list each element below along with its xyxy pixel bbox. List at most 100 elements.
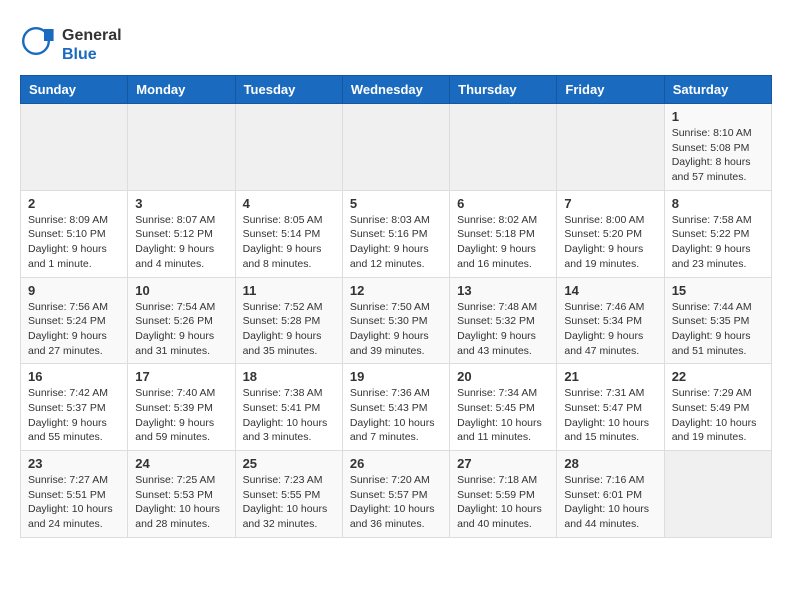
calendar-cell: 10 Sunrise: 7:54 AM Sunset: 5:26 PM Dayli… [128,277,235,364]
day-info: Sunrise: 7:52 AM Sunset: 5:28 PM Dayligh… [243,300,335,359]
day-number: 18 [243,369,335,384]
day-info: Sunrise: 7:31 AM Sunset: 5:47 PM Dayligh… [564,386,656,445]
weekday-header-thursday: Thursday [450,76,557,104]
calendar-cell: 3Sunrise: 8:07 AM Sunset: 5:12 PM Daylig… [128,190,235,277]
calendar-table: SundayMondayTuesdayWednesdayThursdayFrid… [20,75,772,538]
day-number: 24 [135,456,227,471]
day-info: Sunrise: 8:09 AM Sunset: 5:10 PM Dayligh… [28,213,120,272]
calendar-cell: 26 Sunrise: 7:20 AM Sunset: 5:57 PM Dayli… [342,451,449,538]
day-info: Sunrise: 7:23 AM Sunset: 5:55 PM Dayligh… [243,473,335,532]
day-info: Sunrise: 7:38 AM Sunset: 5:41 PM Dayligh… [243,386,335,445]
day-info: Sunrise: 8:07 AM Sunset: 5:12 PM Dayligh… [135,213,227,272]
calendar-cell: 6Sunrise: 8:02 AM Sunset: 5:18 PM Daylig… [450,190,557,277]
day-info: Sunrise: 8:00 AM Sunset: 5:20 PM Dayligh… [564,213,656,272]
day-info: Sunrise: 7:42 AM Sunset: 5:37 PM Dayligh… [28,386,120,445]
day-number: 15 [672,283,764,298]
day-number: 1 [672,109,764,124]
day-info: Sunrise: 7:40 AM Sunset: 5:39 PM Dayligh… [135,386,227,445]
day-info: Sunrise: 8:05 AM Sunset: 5:14 PM Dayligh… [243,213,335,272]
day-number: 10 [135,283,227,298]
day-number: 12 [350,283,442,298]
day-info: Sunrise: 7:56 AM Sunset: 5:24 PM Dayligh… [28,300,120,359]
calendar-cell: 22Sunrise: 7:29 AM Sunset: 5:49 PM Dayli… [664,364,771,451]
day-number: 21 [564,369,656,384]
day-info: Sunrise: 7:20 AM Sunset: 5:57 PM Dayligh… [350,473,442,532]
calendar-cell [128,104,235,191]
day-info: Sunrise: 7:36 AM Sunset: 5:43 PM Dayligh… [350,386,442,445]
day-number: 25 [243,456,335,471]
calendar-cell: 24 Sunrise: 7:25 AM Sunset: 5:53 PM Dayli… [128,451,235,538]
calendar-cell: 2 Sunrise: 8:09 AM Sunset: 5:10 PM Daylig… [21,190,128,277]
calendar-cell: 28Sunrise: 7:16 AM Sunset: 6:01 PM Dayli… [557,451,664,538]
weekday-header-saturday: Saturday [664,76,771,104]
calendar-cell [342,104,449,191]
day-info: Sunrise: 7:58 AM Sunset: 5:22 PM Dayligh… [672,213,764,272]
calendar-cell: 19 Sunrise: 7:36 AM Sunset: 5:43 PM Dayli… [342,364,449,451]
weekday-header-monday: Monday [128,76,235,104]
day-number: 9 [28,283,120,298]
day-info: Sunrise: 7:16 AM Sunset: 6:01 PM Dayligh… [564,473,656,532]
day-number: 7 [564,196,656,211]
calendar-cell: 25 Sunrise: 7:23 AM Sunset: 5:55 PM Dayli… [235,451,342,538]
day-info: Sunrise: 7:46 AM Sunset: 5:34 PM Dayligh… [564,300,656,359]
logo-blue: Blue [62,45,122,64]
day-number: 11 [243,283,335,298]
day-number: 20 [457,369,549,384]
day-number: 17 [135,369,227,384]
day-number: 6 [457,196,549,211]
calendar-cell: 7 Sunrise: 8:00 AM Sunset: 5:20 PM Daylig… [557,190,664,277]
weekday-header-friday: Friday [557,76,664,104]
day-number: 23 [28,456,120,471]
calendar-cell: 15 Sunrise: 7:44 AM Sunset: 5:35 PM Dayli… [664,277,771,364]
calendar-cell: 8 Sunrise: 7:58 AM Sunset: 5:22 PM Daylig… [664,190,771,277]
weekday-header-wednesday: Wednesday [342,76,449,104]
weekday-header-tuesday: Tuesday [235,76,342,104]
calendar-cell: 21 Sunrise: 7:31 AM Sunset: 5:47 PM Dayli… [557,364,664,451]
calendar-cell [557,104,664,191]
day-number: 16 [28,369,120,384]
logo-icon [20,25,60,65]
calendar-week-row: 16 Sunrise: 7:42 AM Sunset: 5:37 PM Dayli… [21,364,772,451]
day-info: Sunrise: 7:34 AM Sunset: 5:45 PM Dayligh… [457,386,549,445]
calendar-cell: 9 Sunrise: 7:56 AM Sunset: 5:24 PM Daylig… [21,277,128,364]
calendar-week-row: 2 Sunrise: 8:09 AM Sunset: 5:10 PM Daylig… [21,190,772,277]
calendar-cell: 13 Sunrise: 7:48 AM Sunset: 5:32 PM Dayli… [450,277,557,364]
day-number: 19 [350,369,442,384]
day-number: 5 [350,196,442,211]
calendar-cell: 1 Sunrise: 8:10 AM Sunset: 5:08 PM Daylig… [664,104,771,191]
day-info: Sunrise: 8:10 AM Sunset: 5:08 PM Dayligh… [672,126,764,185]
day-info: Sunrise: 7:50 AM Sunset: 5:30 PM Dayligh… [350,300,442,359]
calendar-cell: 17 Sunrise: 7:40 AM Sunset: 5:39 PM Dayli… [128,364,235,451]
calendar-cell: 14 Sunrise: 7:46 AM Sunset: 5:34 PM Dayli… [557,277,664,364]
day-info: Sunrise: 7:27 AM Sunset: 5:51 PM Dayligh… [28,473,120,532]
calendar-cell: 16 Sunrise: 7:42 AM Sunset: 5:37 PM Dayli… [21,364,128,451]
calendar-cell: 23 Sunrise: 7:27 AM Sunset: 5:51 PM Dayli… [21,451,128,538]
day-info: Sunrise: 7:25 AM Sunset: 5:53 PM Dayligh… [135,473,227,532]
day-number: 26 [350,456,442,471]
calendar-cell [664,451,771,538]
day-number: 27 [457,456,549,471]
day-number: 13 [457,283,549,298]
weekday-header-sunday: Sunday [21,76,128,104]
header: GeneralBlue [20,20,772,65]
calendar-cell: 18 Sunrise: 7:38 AM Sunset: 5:41 PM Dayli… [235,364,342,451]
day-number: 2 [28,196,120,211]
calendar-cell: 20 Sunrise: 7:34 AM Sunset: 5:45 PM Dayli… [450,364,557,451]
calendar-cell: 11 Sunrise: 7:52 AM Sunset: 5:28 PM Dayli… [235,277,342,364]
calendar-week-row: 1 Sunrise: 8:10 AM Sunset: 5:08 PM Daylig… [21,104,772,191]
day-info: Sunrise: 8:03 AM Sunset: 5:16 PM Dayligh… [350,213,442,272]
day-number: 22 [672,369,764,384]
calendar-cell [235,104,342,191]
day-info: Sunrise: 7:48 AM Sunset: 5:32 PM Dayligh… [457,300,549,359]
day-info: Sunrise: 7:44 AM Sunset: 5:35 PM Dayligh… [672,300,764,359]
calendar-cell [21,104,128,191]
day-info: Sunrise: 7:54 AM Sunset: 5:26 PM Dayligh… [135,300,227,359]
weekday-header-row: SundayMondayTuesdayWednesdayThursdayFrid… [21,76,772,104]
calendar-cell: 27 Sunrise: 7:18 AM Sunset: 5:59 PM Dayli… [450,451,557,538]
day-info: Sunrise: 7:18 AM Sunset: 5:59 PM Dayligh… [457,473,549,532]
calendar-cell: 5 Sunrise: 8:03 AM Sunset: 5:16 PM Daylig… [342,190,449,277]
calendar-cell: 12 Sunrise: 7:50 AM Sunset: 5:30 PM Dayli… [342,277,449,364]
day-number: 8 [672,196,764,211]
logo: GeneralBlue [20,25,122,65]
day-number: 14 [564,283,656,298]
